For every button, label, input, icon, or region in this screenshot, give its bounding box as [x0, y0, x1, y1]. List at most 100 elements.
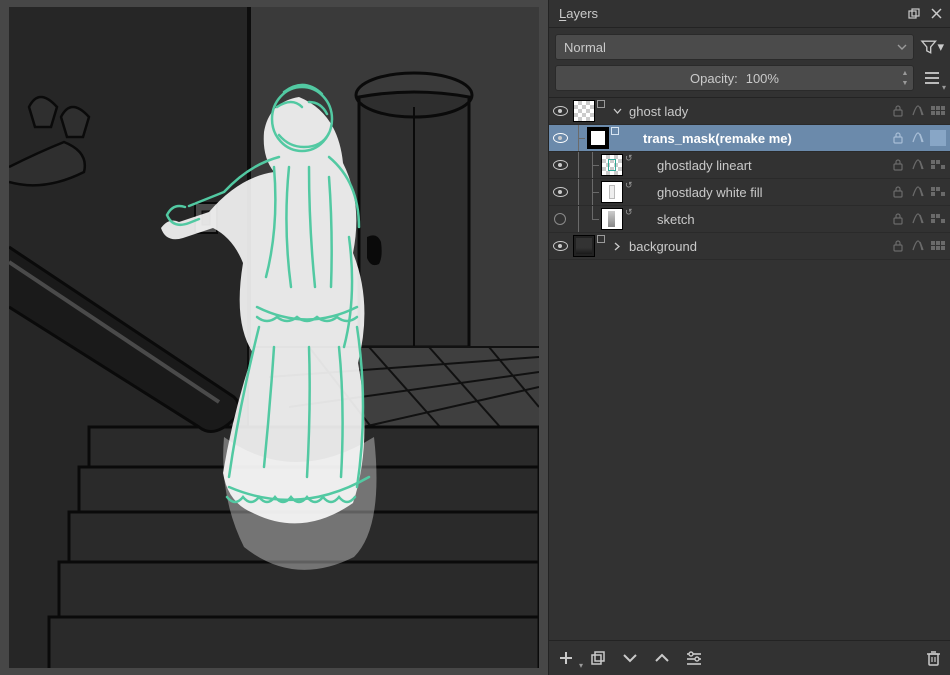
- layer-right-icons: [890, 211, 946, 227]
- badge-icon: ↺: [625, 181, 633, 189]
- delete-layer-button[interactable]: [922, 647, 944, 669]
- expand-toggle[interactable]: [611, 108, 623, 114]
- layer-row-sketch[interactable]: ↺ sketch: [549, 206, 950, 233]
- layer-thumbnail[interactable]: [601, 181, 623, 203]
- tree-indent: [571, 179, 599, 205]
- alpha-icon[interactable]: [910, 184, 926, 200]
- layer-name: ghostlady lineart: [651, 158, 890, 173]
- layer-thumbnail[interactable]: [587, 127, 609, 149]
- spin-buttons: ▲ ▼: [899, 68, 911, 88]
- add-layer-button[interactable]: ▾: [555, 647, 577, 669]
- eye-icon: [553, 241, 568, 251]
- panel-header: Layers: [549, 0, 950, 28]
- visibility-toggle[interactable]: [549, 241, 571, 251]
- layer-thumbnail[interactable]: [601, 208, 623, 230]
- inherit-alpha-icon[interactable]: [930, 157, 946, 173]
- layer-thumbnail[interactable]: [601, 154, 623, 176]
- alpha-icon[interactable]: [910, 157, 926, 173]
- opacity-value: 100%: [746, 71, 779, 86]
- visibility-toggle[interactable]: [549, 160, 571, 170]
- lock-icon[interactable]: [890, 211, 906, 227]
- inherit-alpha-icon[interactable]: [930, 211, 946, 227]
- eye-icon: [553, 187, 568, 197]
- panel-menu-icon[interactable]: ▾: [920, 66, 944, 90]
- float-panel-icon[interactable]: [906, 6, 922, 22]
- move-layer-up-button[interactable]: [651, 647, 673, 669]
- eye-icon: [553, 106, 568, 116]
- chevron-down-icon: ▾: [942, 83, 946, 92]
- panel-title: Layers: [559, 6, 900, 21]
- layer-row-ghost-lady[interactable]: ghost lady: [549, 98, 950, 125]
- close-panel-icon[interactable]: [928, 6, 944, 22]
- inherit-alpha-icon[interactable]: [930, 184, 946, 200]
- expand-toggle[interactable]: [611, 242, 623, 251]
- tree-indent: [571, 125, 585, 151]
- blend-mode-value: Normal: [564, 40, 606, 55]
- duplicate-layer-button[interactable]: [587, 647, 609, 669]
- layer-right-icons: [890, 103, 946, 119]
- layer-badges: ↺: [625, 154, 635, 176]
- layers-panel: Layers Normal ▾ Opacity: 100% ▲ ▼: [548, 0, 950, 675]
- badge-icon: [597, 235, 605, 243]
- layer-right-icons: [890, 130, 946, 146]
- layer-badges: [611, 127, 621, 149]
- inherit-alpha-icon[interactable]: [930, 130, 946, 146]
- canvas[interactable]: [9, 7, 539, 668]
- lock-icon[interactable]: [890, 130, 906, 146]
- chevron-down-icon: ▾: [579, 661, 583, 670]
- move-layer-down-button[interactable]: [619, 647, 641, 669]
- chevron-down-icon: [897, 44, 907, 50]
- opacity-slider[interactable]: Opacity: 100% ▲ ▼: [555, 65, 914, 91]
- layer-badges: [597, 235, 607, 257]
- layers-list: ghost lady trans_mask(remake me): [549, 97, 950, 641]
- spin-down-icon[interactable]: ▼: [899, 78, 911, 88]
- layer-name: background: [623, 239, 890, 254]
- panel-footer: ▾: [549, 641, 950, 675]
- layer-name: sketch: [651, 212, 890, 227]
- layer-right-icons: [890, 157, 946, 173]
- blend-mode-select[interactable]: Normal: [555, 34, 914, 60]
- badge-icon: [597, 100, 605, 108]
- layer-thumbnail[interactable]: [573, 100, 595, 122]
- layer-right-icons: [890, 238, 946, 254]
- visibility-toggle[interactable]: [549, 187, 571, 197]
- lock-icon[interactable]: [890, 238, 906, 254]
- layer-name: ghost lady: [623, 104, 890, 119]
- eye-off-icon: [554, 213, 566, 225]
- badge-icon: ↺: [625, 208, 633, 216]
- alpha-icon[interactable]: [910, 238, 926, 254]
- eye-icon: [553, 133, 568, 143]
- tree-indent: [571, 152, 599, 178]
- lock-icon[interactable]: [890, 103, 906, 119]
- alpha-icon[interactable]: [910, 211, 926, 227]
- layer-badges: ↺: [625, 181, 635, 203]
- inherit-alpha-icon[interactable]: [930, 103, 946, 119]
- layer-thumbnail[interactable]: [573, 235, 595, 257]
- layer-right-icons: [890, 184, 946, 200]
- visibility-toggle[interactable]: [549, 213, 571, 225]
- spin-up-icon[interactable]: ▲: [899, 68, 911, 78]
- alpha-icon[interactable]: [910, 103, 926, 119]
- canvas-area: [0, 0, 548, 675]
- inherit-alpha-icon[interactable]: [930, 238, 946, 254]
- tree-indent: [571, 206, 599, 232]
- layer-row-trans-mask[interactable]: trans_mask(remake me): [549, 125, 950, 152]
- filter-icon[interactable]: ▾: [920, 35, 944, 59]
- lock-icon[interactable]: [890, 184, 906, 200]
- badge-icon: ↺: [625, 154, 633, 162]
- chevron-down-icon: ▾: [937, 39, 944, 55]
- layer-badges: [597, 100, 607, 122]
- visibility-toggle[interactable]: [549, 106, 571, 116]
- blend-row: Normal ▾: [549, 28, 950, 63]
- badge-icon: [611, 127, 619, 135]
- layer-name: ghostlady white fill: [651, 185, 890, 200]
- alpha-icon[interactable]: [910, 130, 926, 146]
- layer-properties-button[interactable]: [683, 647, 705, 669]
- layer-badges: ↺: [625, 208, 635, 230]
- lock-icon[interactable]: [890, 157, 906, 173]
- layer-row-white-fill[interactable]: ↺ ghostlady white fill: [549, 179, 950, 206]
- layer-row-lineart[interactable]: ↺ ghostlady lineart: [549, 152, 950, 179]
- layer-row-background[interactable]: background: [549, 233, 950, 260]
- eye-icon: [553, 160, 568, 170]
- visibility-toggle[interactable]: [549, 133, 571, 143]
